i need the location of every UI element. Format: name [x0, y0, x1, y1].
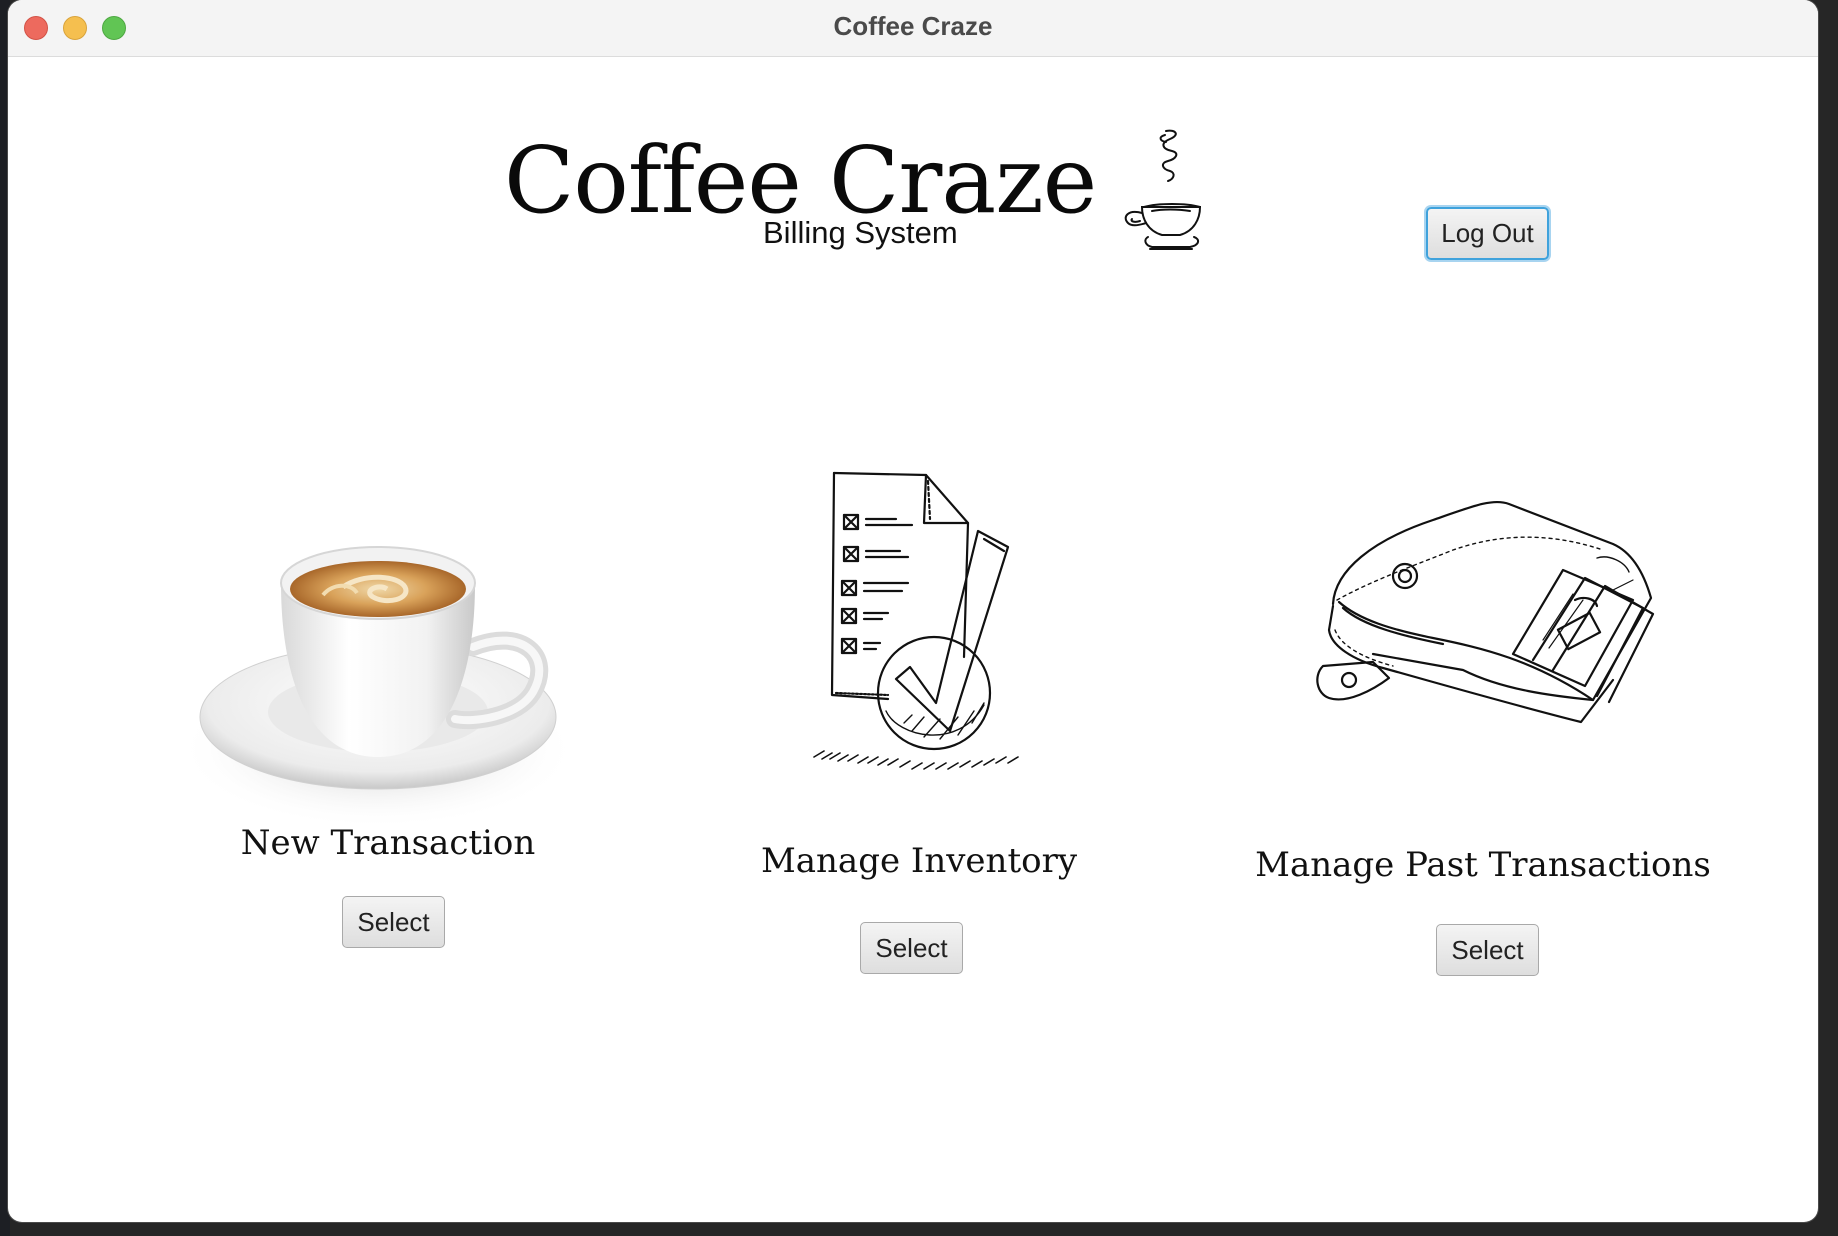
coffee-cup-saucer-image — [178, 546, 578, 829]
window-title: Coffee Craze — [833, 11, 993, 41]
title-bar: Coffee Craze — [8, 0, 1818, 57]
app-subtitle: Billing System — [763, 215, 958, 250]
steaming-coffee-cup-icon — [1124, 129, 1202, 250]
option-label-new-transaction: New Transaction — [240, 823, 536, 863]
option-label-manage-inventory: Manage Inventory — [760, 841, 1078, 881]
main-content: Coffee Craze Billing System Log Out New … — [8, 57, 1818, 1222]
checklist-document-icon — [813, 471, 1019, 770]
wallet-with-cash-icon — [1316, 500, 1655, 724]
option-label-manage-past-transactions: Manage Past Transactions — [1255, 845, 1711, 885]
app-window: Coffee Craze Coffee Craze Billing System… — [8, 0, 1818, 1222]
select-manage-inventory-button[interactable]: Select — [860, 922, 963, 974]
select-new-transaction-button[interactable]: Select — [342, 896, 445, 948]
select-manage-past-transactions-button[interactable]: Select — [1436, 924, 1539, 976]
log-out-button[interactable]: Log Out — [1426, 207, 1549, 260]
